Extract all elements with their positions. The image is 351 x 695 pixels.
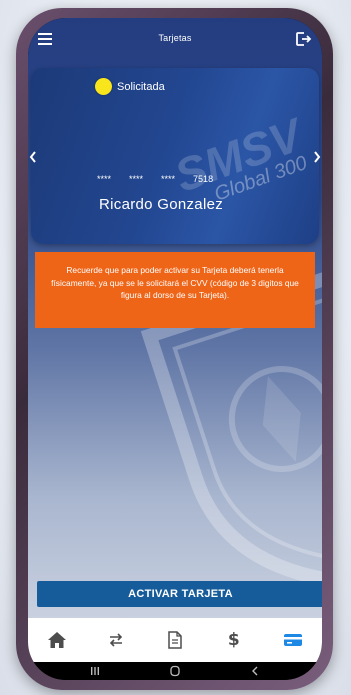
page-title: Tarjetas — [158, 33, 192, 43]
hamburger-menu-icon[interactable] — [38, 32, 54, 46]
credit-card[interactable]: SMSV Global 300 Solicitada **** **** ***… — [31, 68, 319, 244]
card-number-group: **** — [161, 174, 176, 184]
back-icon — [252, 666, 258, 676]
document-icon — [168, 631, 182, 649]
chevron-left-icon[interactable] — [28, 150, 38, 164]
card-number: **** **** **** 7518 — [97, 174, 213, 184]
tab-transfers[interactable] — [96, 620, 136, 660]
card-number-group: **** — [129, 174, 144, 184]
status-indicator-dot — [95, 78, 112, 95]
cvv-notice-banner: Recuerde que para poder activar su Tarje… — [35, 252, 315, 328]
card-status: Solicitada — [95, 78, 165, 95]
system-navigation-bar — [28, 662, 322, 680]
phone-frame: Tarjetas SMSV Global 300 Solicitada ****… — [16, 8, 333, 690]
dollar-icon: $ — [227, 630, 240, 650]
top-bar: Tarjetas — [28, 18, 322, 58]
activate-card-button[interactable]: ACTIVAR TARJETA — [37, 581, 322, 607]
tab-home[interactable] — [37, 620, 77, 660]
tab-cards[interactable] — [273, 620, 313, 660]
home-circle-icon — [170, 665, 180, 677]
home-icon — [48, 632, 67, 648]
recents-icon — [91, 667, 99, 675]
logout-icon[interactable] — [294, 30, 312, 48]
system-back-button[interactable] — [240, 662, 270, 680]
chevron-right-icon[interactable] — [312, 150, 322, 164]
app-view: Tarjetas SMSV Global 300 Solicitada ****… — [28, 18, 322, 618]
card-holder-name: Ricardo Gonzalez — [99, 196, 224, 213]
card-icon — [283, 634, 302, 646]
card-number-group: **** — [97, 174, 112, 184]
system-home-button[interactable] — [160, 662, 190, 680]
tab-documents[interactable] — [155, 620, 195, 660]
card-number-last4: 7518 — [193, 174, 214, 184]
phone-screen: Tarjetas SMSV Global 300 Solicitada ****… — [28, 18, 322, 680]
transfer-icon — [110, 633, 123, 647]
recents-button[interactable] — [80, 662, 110, 680]
bottom-tab-bar: $ — [28, 618, 322, 662]
status-label: Solicitada — [117, 80, 165, 93]
page-background: Tarjetas SMSV Global 300 Solicitada ****… — [0, 0, 351, 695]
tab-payments[interactable]: $ — [214, 620, 254, 660]
